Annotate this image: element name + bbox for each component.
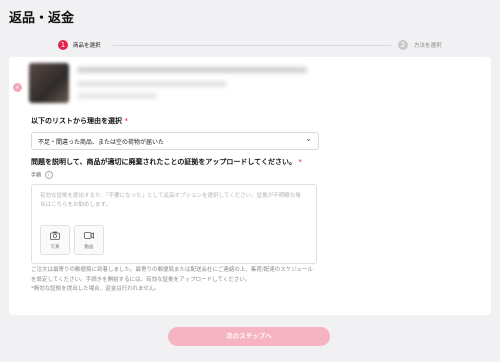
video-icon [84,232,94,239]
step-1-label: 商品を選択 [73,43,101,49]
add-photo-button[interactable]: 写真 [40,225,70,255]
chevron-down-icon: ⌄ [305,134,312,143]
evidence-label: 問題を説明して、商品が適切に廃棄されたことの証拠をアップロードしてください。 * [31,157,302,167]
next-step-button[interactable]: 次のステップへ [168,327,330,346]
stepper: 1 商品を選択 2 方法を選択 [58,38,458,54]
step-2-label: 方法を選択 [414,43,442,49]
required-mark: * [124,117,128,125]
handling-label: 手順 [31,172,42,179]
add-video-button[interactable]: 動画 [74,225,104,255]
photo-label: 写真 [50,245,60,250]
handling-row: 手順 i [31,171,53,179]
page-title: 返品・返金 [9,11,75,26]
step-1-indicator: 1 [58,40,68,50]
product-name-redacted [77,67,307,73]
video-label: 動画 [84,245,94,250]
notice-body: ご注文は最寄りの郵便局に到着しました。最寄りの郵便局または配送会社にご連絡の上、… [31,267,313,283]
evidence-textarea[interactable]: 有効な証拠を提出するか、「不要になった」として返品オプションを選択してください。… [31,184,317,264]
notice-text: ご注文は最寄りの郵便局に到着しました。最寄りの郵便局または配送会社にご連絡の上、… [31,266,315,295]
evidence-label-text: 問題を説明して、商品が適切に廃棄されたことの証拠をアップロードしてください。 [31,158,296,166]
product-thumbnail [29,63,69,103]
camera-icon [50,231,60,240]
info-icon[interactable]: i [44,171,53,179]
reason-selected-value: 不足・間違った商品、または空の荷物が届いた [38,139,165,146]
product-price-redacted [77,93,157,99]
reason-label: 以下のリストから理由を選択 * [31,116,128,126]
check-icon[interactable]: ✓ [13,83,22,92]
evidence-placeholder: 有効な証拠を提出するか、「不要になった」として返品オプションを選択してください。… [40,193,301,208]
notice-note: *無効な証拠を提出した場合、返金は行われません。 [31,286,160,292]
product-variant-redacted [77,81,227,87]
return-form-card: ✓ 以下のリストから理由を選択 * 不足・間違った商品、または空の荷物が届いた … [9,57,491,315]
reason-select[interactable]: 不足・間違った商品、または空の荷物が届いた ⌄ [31,132,319,150]
header: 返品・返金 [0,0,500,36]
required-mark: * [298,158,302,166]
step-2-indicator: 2 [398,40,408,50]
reason-label-text: 以下のリストから理由を選択 [31,117,122,125]
step-connector [113,45,391,46]
